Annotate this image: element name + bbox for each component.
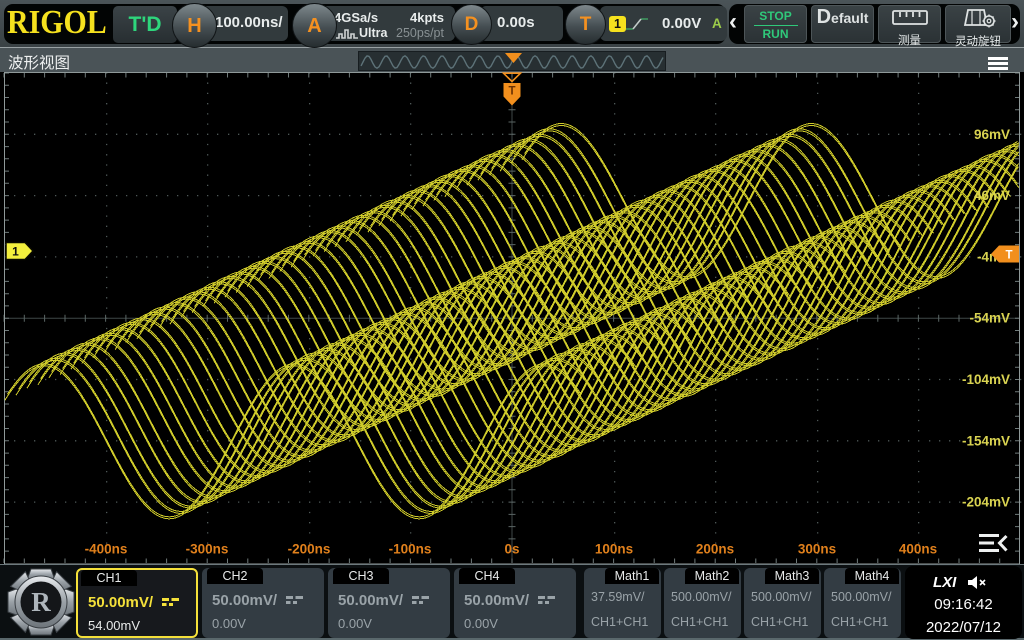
svg-text:300ns: 300ns: [798, 542, 836, 557]
svg-text:400ns: 400ns: [899, 542, 937, 557]
svg-text:1: 1: [12, 245, 19, 259]
svg-text:200ns: 200ns: [696, 542, 734, 557]
svg-text:-104mV: -104mV: [962, 372, 1010, 387]
svg-text:100ns: 100ns: [595, 542, 633, 557]
svg-text:-200ns: -200ns: [288, 542, 331, 557]
svg-text:-300ns: -300ns: [186, 542, 229, 557]
svg-text:-204mV: -204mV: [962, 495, 1010, 510]
svg-text:T: T: [508, 86, 515, 98]
svg-text:-54mV: -54mV: [969, 311, 1010, 326]
svg-text:0s: 0s: [504, 542, 519, 557]
svg-text:-400ns: -400ns: [85, 542, 128, 557]
svg-text:R: R: [31, 587, 51, 617]
svg-text:-154mV: -154mV: [962, 433, 1010, 448]
svg-text:-100ns: -100ns: [389, 542, 432, 557]
svg-text:96mV: 96mV: [974, 127, 1010, 142]
svg-text:46mV: 46mV: [974, 188, 1010, 203]
svg-text:T: T: [1005, 250, 1012, 262]
